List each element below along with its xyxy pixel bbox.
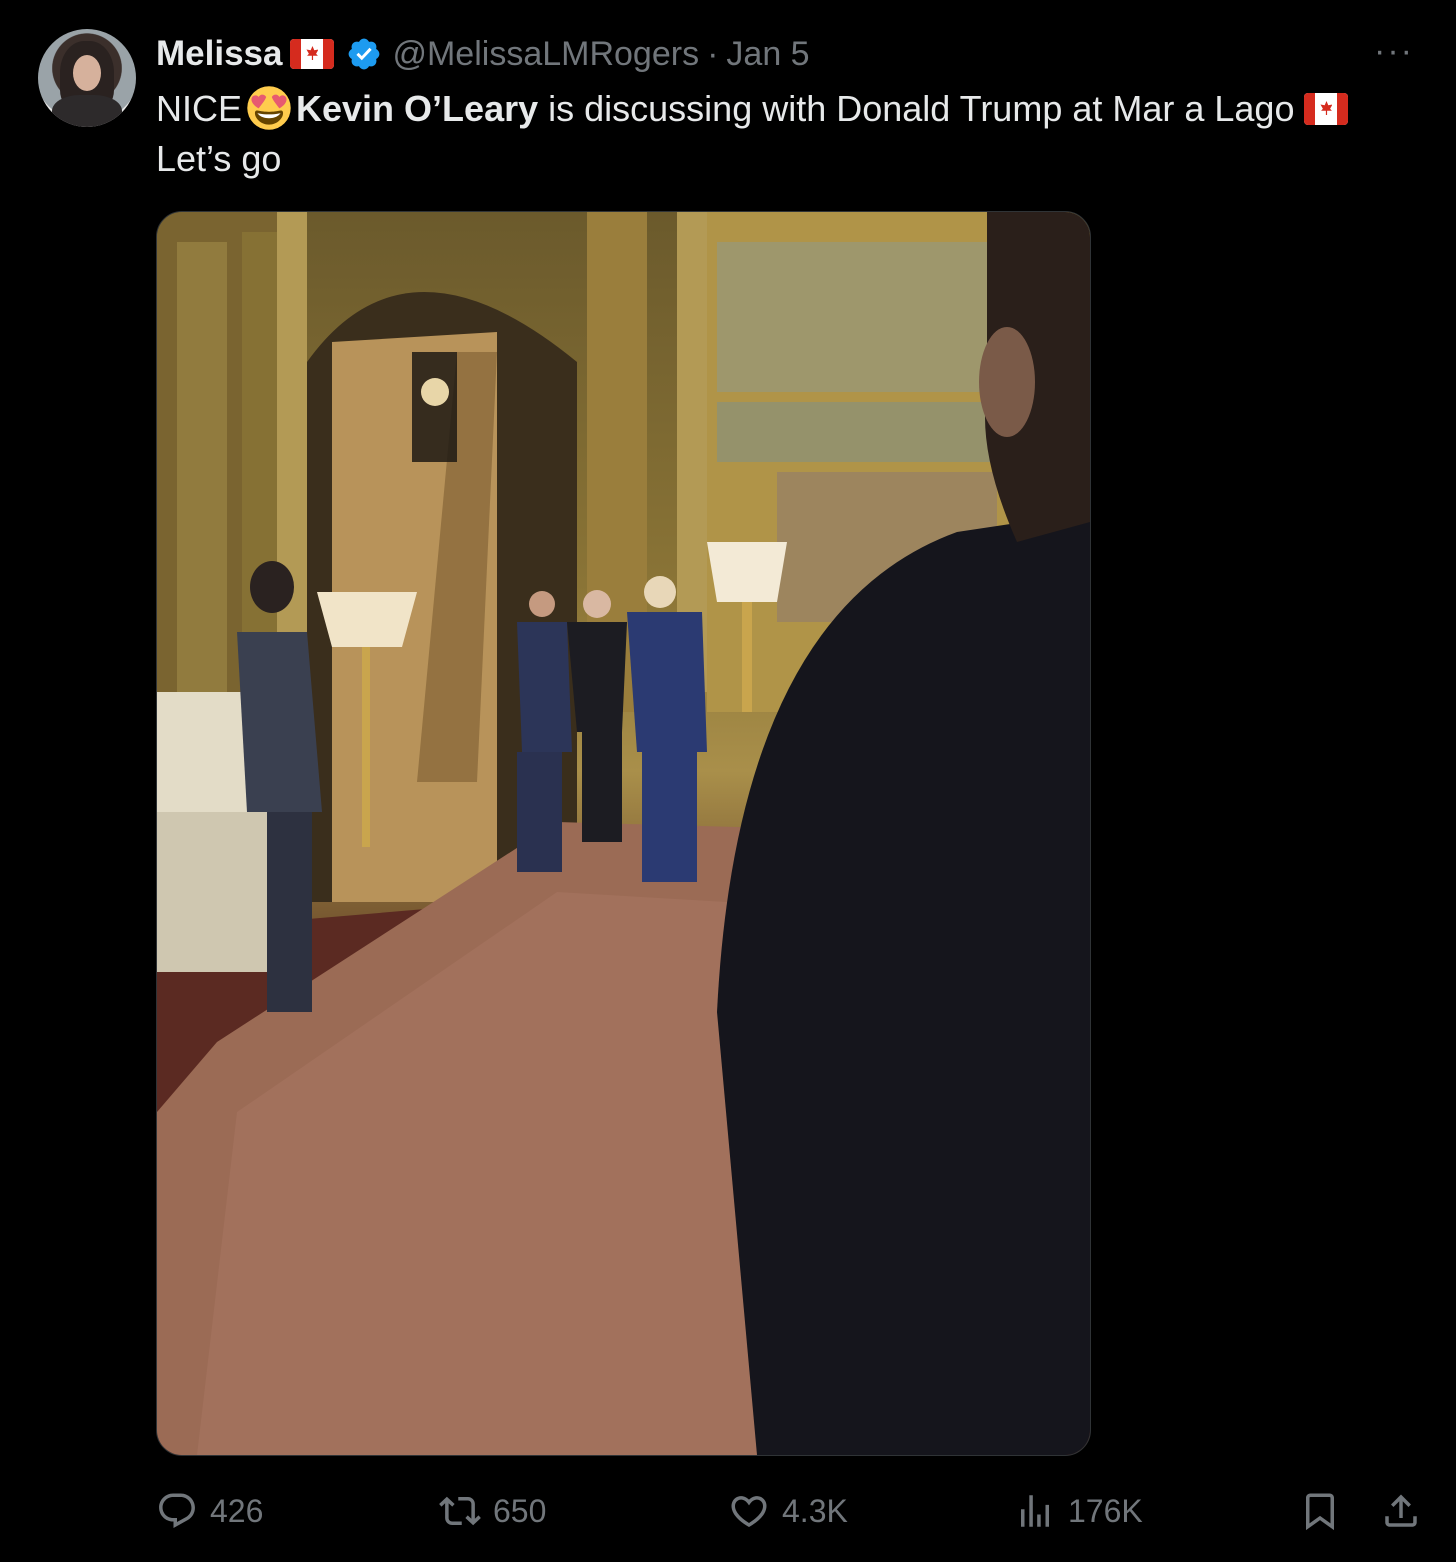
tweet-text: NICE Kevin O’Leary is discussing with Do…: [156, 84, 1416, 184]
tweet-date[interactable]: Jan 5: [726, 35, 809, 74]
separator-dot: ·: [707, 34, 719, 73]
tweet-text-part2: is discussing with Donald Trump at Mar a…: [538, 88, 1295, 129]
tweet-actions: 426 650 4.3K 176K: [156, 1486, 1417, 1536]
share-icon: [1385, 1494, 1417, 1527]
tweet-photo[interactable]: [156, 211, 1091, 1456]
tweet-header: Melissa @MelissaLMRogers · Jan 5: [156, 30, 810, 78]
avatar-face: [73, 55, 101, 91]
author-name[interactable]: Melissa: [156, 34, 282, 74]
verified-badge-icon[interactable]: [346, 36, 382, 72]
repost-icon: [439, 1496, 481, 1526]
repost-button[interactable]: 650: [439, 1486, 546, 1536]
repost-count: 650: [493, 1492, 547, 1529]
reply-icon: [159, 1493, 195, 1528]
bookmark-button[interactable]: [1299, 1486, 1341, 1536]
views-button[interactable]: 176K: [1014, 1486, 1143, 1536]
views-icon: [1021, 1495, 1049, 1527]
like-count: 4.3K: [782, 1492, 848, 1529]
heart-eyes-emoji-icon: [247, 86, 291, 130]
avatar-coat: [52, 95, 122, 127]
author-handle[interactable]: @MelissaLMRogers: [392, 35, 699, 74]
reply-button[interactable]: 426: [156, 1486, 263, 1536]
tweet-text-part1: NICE: [156, 88, 243, 129]
tweet-text-line2: Let’s go: [156, 138, 282, 179]
share-button[interactable]: [1380, 1486, 1422, 1536]
mention-kevin-oleary[interactable]: Kevin O’Leary: [296, 88, 538, 129]
like-button[interactable]: 4.3K: [728, 1486, 848, 1536]
more-options-icon[interactable]: ···: [1374, 34, 1414, 68]
bookmark-icon: [1306, 1493, 1334, 1531]
reply-count: 426: [210, 1492, 264, 1529]
views-count: 176K: [1068, 1492, 1143, 1529]
avatar[interactable]: [38, 29, 136, 127]
heart-icon: [731, 1496, 767, 1528]
canada-flag-icon: [290, 39, 335, 69]
canada-flag-icon: [1304, 93, 1349, 125]
photo-scene: [157, 212, 1090, 1455]
